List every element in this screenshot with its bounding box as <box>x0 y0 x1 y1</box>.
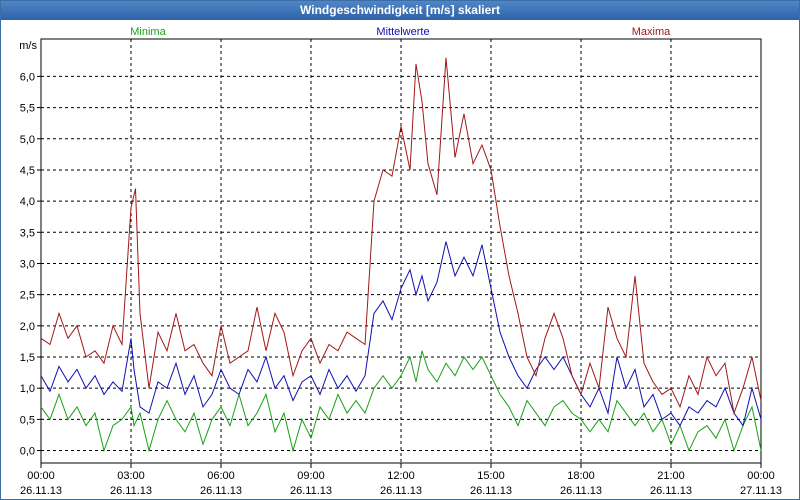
y-tick-label: 3,0 <box>20 258 35 270</box>
y-tick-label: 1,5 <box>20 352 35 364</box>
chart-window: Windgeschwindigkeit [m/s] skaliert 0,0 0,… <box>0 0 800 500</box>
y-tick-label: 1,0 <box>20 383 35 395</box>
y-tick-label: 6,0 <box>20 71 35 83</box>
x-tick-time: 00:00 <box>747 470 775 482</box>
x-tick-time: 15:00 <box>477 470 505 482</box>
wind-speed-chart: 0,0 0,5 1,0 1,5 2,0 2,5 3,0 3,5 4,0 4,5 5,0 5,5 6,0 m… <box>19 26 782 497</box>
x-tick-time: 06:00 <box>207 470 235 482</box>
x-tick-date: 27.11.13 <box>740 485 782 497</box>
y-tick-label: 5,0 <box>20 134 35 146</box>
x-tick-date: 26.11.13 <box>110 485 152 497</box>
x-tick-date: 26.11.13 <box>650 485 692 497</box>
x-tick-date: 26.11.13 <box>560 485 602 497</box>
legend-mittelwerte: Mittelwerte <box>376 26 429 38</box>
x-tick-time: 12:00 <box>387 470 415 482</box>
x-tick-date: 26.11.13 <box>380 485 422 497</box>
x-tick-date: 26.11.13 <box>290 485 332 497</box>
y-tick-label: 4,5 <box>20 165 35 177</box>
x-tick-date: 26.11.13 <box>20 485 62 497</box>
y-tick-label: 0,0 <box>20 446 35 458</box>
y-axis-label: m/s <box>19 40 37 52</box>
x-tick-date: 26.11.13 <box>200 485 242 497</box>
x-tick-time: 18:00 <box>567 470 595 482</box>
legend-maxima: Maxima <box>632 26 671 38</box>
legend-minima: Minima <box>130 26 166 38</box>
y-tick-label: 2,0 <box>20 321 35 333</box>
x-tick-time: 21:00 <box>657 470 685 482</box>
y-tick-label: 0,5 <box>20 414 35 426</box>
y-tick-label: 4,0 <box>20 196 35 208</box>
x-tick-date: 26.11.13 <box>470 485 512 497</box>
x-tick-time: 03:00 <box>117 470 145 482</box>
y-tick-label: 3,5 <box>20 227 35 239</box>
y-tick-label: 2,5 <box>20 290 35 302</box>
y-tick-label: 5,5 <box>20 103 35 115</box>
x-tick-time: 00:00 <box>27 470 55 482</box>
x-tick-time: 09:00 <box>297 470 325 482</box>
